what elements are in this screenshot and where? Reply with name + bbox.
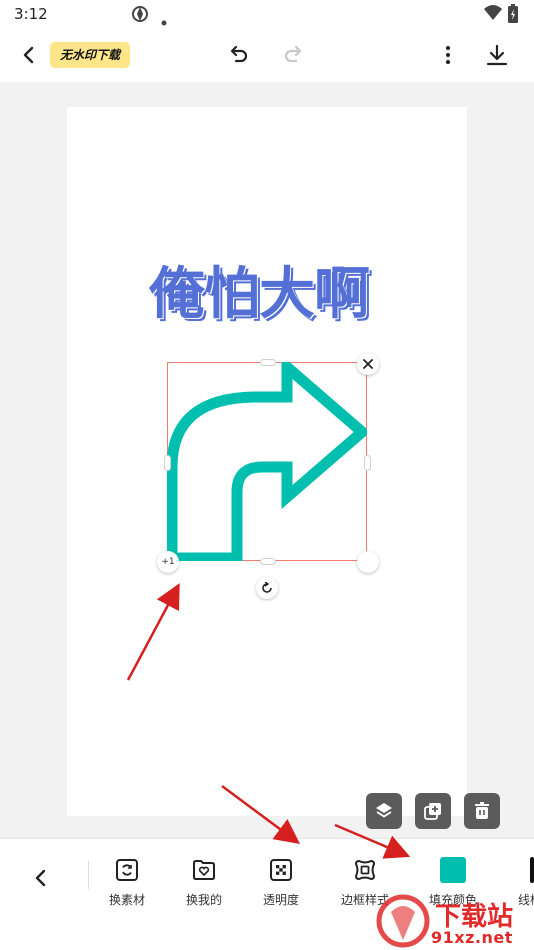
transparency-icon bbox=[268, 857, 294, 883]
layers-button[interactable] bbox=[366, 793, 402, 829]
tool-label: 换素材 bbox=[108, 893, 145, 907]
tool-transparency[interactable]: 透明度 bbox=[246, 857, 316, 908]
tool-replace-mine[interactable]: 换我的 bbox=[169, 857, 239, 908]
rotate-icon bbox=[262, 582, 272, 593]
resize-handle-right[interactable] bbox=[364, 455, 371, 471]
resize-handle-left[interactable] bbox=[164, 455, 171, 471]
top-app-bar: 无水印下载 bbox=[0, 28, 534, 82]
selected-shape[interactable]: +1 bbox=[157, 353, 379, 599]
site-watermark: 下载站 91xz.net bbox=[375, 892, 534, 950]
heart-folder-icon bbox=[191, 857, 217, 883]
resize-handle-top[interactable] bbox=[260, 359, 276, 366]
more-options-button[interactable] bbox=[431, 38, 465, 72]
app-notification-icon bbox=[130, 4, 150, 28]
duplicate-button[interactable] bbox=[415, 793, 451, 829]
toolbar-back-button[interactable] bbox=[24, 861, 58, 895]
canvas-text-element[interactable]: 俺怕大啊 bbox=[149, 249, 370, 330]
delete-element-button[interactable] bbox=[357, 353, 379, 375]
turn-right-arrow-shape bbox=[167, 362, 367, 561]
undo-button[interactable] bbox=[222, 38, 256, 72]
tool-label: 换我的 bbox=[185, 893, 222, 907]
close-icon bbox=[363, 359, 373, 369]
download-icon bbox=[486, 44, 508, 66]
layer-badge-label: +1 bbox=[161, 557, 175, 567]
replace-material-icon bbox=[114, 857, 140, 883]
back-button[interactable] bbox=[12, 38, 46, 72]
scale-handle[interactable] bbox=[357, 551, 379, 573]
redo-icon bbox=[284, 45, 302, 63]
duplicate-icon bbox=[424, 803, 441, 820]
rotate-button[interactable] bbox=[256, 577, 278, 599]
tool-replace-material[interactable]: 换素材 bbox=[92, 857, 162, 908]
status-time: 3:12 bbox=[14, 5, 48, 23]
editor-canvas-area: 俺怕大啊 +1 bbox=[0, 82, 534, 838]
brand-badge[interactable]: 无水印下载 bbox=[50, 42, 131, 68]
redo-button[interactable] bbox=[276, 38, 310, 72]
toolbar-divider bbox=[88, 861, 89, 889]
trash-icon bbox=[475, 802, 489, 819]
more-vertical-icon bbox=[446, 46, 450, 64]
design-page[interactable]: 俺怕大啊 +1 bbox=[67, 107, 467, 816]
chevron-left-icon bbox=[35, 869, 46, 887]
tool-label: 透明度 bbox=[262, 893, 299, 907]
layer-up-button[interactable]: +1 bbox=[157, 551, 179, 573]
download-button[interactable] bbox=[480, 38, 514, 72]
battery-icon bbox=[507, 4, 519, 28]
fill-color-swatch bbox=[440, 857, 466, 883]
border-style-icon bbox=[352, 857, 378, 883]
resize-handle-bottom[interactable] bbox=[260, 558, 276, 565]
delete-button[interactable] bbox=[464, 793, 500, 829]
undo-icon bbox=[230, 45, 248, 63]
status-bar: 3:12 bbox=[0, 0, 534, 28]
layers-icon bbox=[376, 803, 392, 818]
chevron-left-icon bbox=[23, 46, 34, 64]
watermark-logo-icon bbox=[376, 894, 430, 948]
line-color-swatch bbox=[530, 857, 534, 883]
watermark-url: 91xz.net bbox=[431, 928, 513, 947]
wifi-icon bbox=[483, 4, 503, 26]
